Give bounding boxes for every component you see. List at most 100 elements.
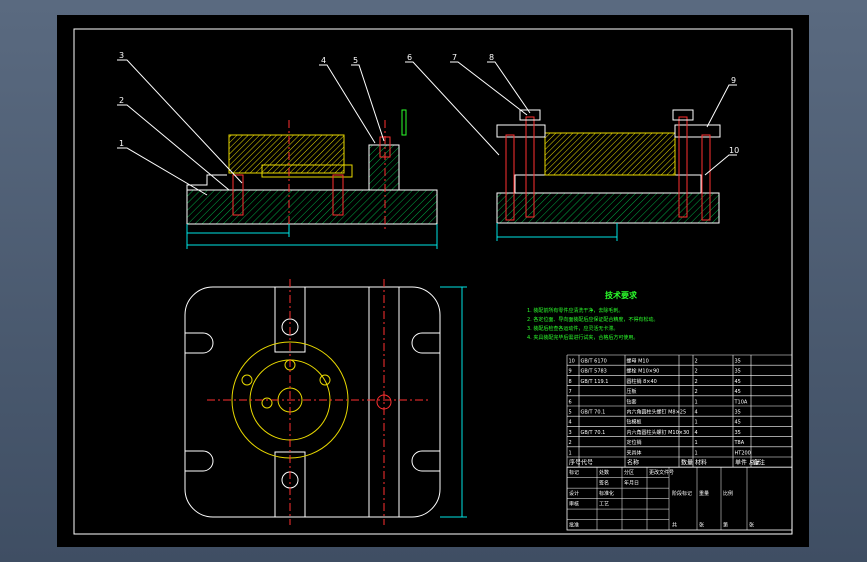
title-block-label: 年月日 <box>624 480 639 487</box>
bom-cell: 2 <box>569 440 572 446</box>
drill-plate <box>228 134 345 174</box>
bom-cell: 钻模板 <box>627 419 642 426</box>
bom-header-cell: 名称 <box>627 459 639 467</box>
bom-cell: 1 <box>569 450 572 456</box>
title-block-label: 审核 <box>569 501 579 508</box>
bom-cell: 45 <box>735 420 741 426</box>
title-block-label: 批准 <box>569 522 579 529</box>
title-block-label: 更改文件号 <box>649 469 674 476</box>
notes-line-4: 4. 夹具装配完毕后需进行试夹，合格后方可使用。 <box>527 334 638 341</box>
side-clamp-right <box>674 124 721 138</box>
bom-cell: 35 <box>735 410 741 416</box>
bom-cell: 4 <box>695 430 698 436</box>
support-column <box>368 144 400 191</box>
base-plate <box>186 189 438 225</box>
bom-cell: 1 <box>695 399 698 405</box>
bom-cell: 9 <box>569 369 572 375</box>
bom-cell: 7 <box>569 389 572 395</box>
bom-cell: 35 <box>735 369 741 375</box>
plan-slot-left-bottom <box>185 450 214 472</box>
bom-cell: 4 <box>695 410 698 416</box>
title-block-label: 标准化 <box>599 490 614 497</box>
bom-cell: 2 <box>695 359 698 365</box>
title-block-label: 分区 <box>624 469 634 476</box>
bom-cell: 2 <box>695 379 698 385</box>
callout-7: 7 <box>452 53 457 62</box>
bom-cell: 35 <box>735 359 741 365</box>
bom-cell: 2 <box>695 389 698 395</box>
callout-2: 2 <box>119 96 124 105</box>
bom-cell: 1 <box>695 440 698 446</box>
callout-5: 5 <box>353 56 358 65</box>
side-drill-plate <box>544 132 676 176</box>
callout-10: 10 <box>729 146 739 155</box>
title-block-label: 比例 <box>723 490 733 497</box>
title-block-label: 第 <box>723 522 728 529</box>
side-base <box>496 192 720 224</box>
bom-cell: 45 <box>735 389 741 395</box>
title-block-label: 签名 <box>599 480 609 487</box>
bom-cell: 4 <box>569 420 572 426</box>
bom-cell: GB/T 6170 <box>581 359 607 365</box>
bom-cell: 1 <box>695 420 698 426</box>
bom-cell: 螺栓 M10×90 <box>627 368 660 375</box>
callout-8: 8 <box>489 53 494 62</box>
side-nut-right <box>672 109 694 121</box>
bom-cell: 内六角圆柱头螺钉 M10×30 <box>627 429 690 436</box>
bom-cell: GB/T 70.1 <box>581 410 606 416</box>
title-block-label: 张 <box>749 522 754 529</box>
bom-header-cell: 材料 <box>695 459 707 467</box>
title-block-label: 设计 <box>569 490 579 497</box>
cad-drawing: 1 2 3 4 5 6 7 8 9 10 技术要求 1. 装配前所有零件应清洗干… <box>73 28 793 535</box>
bom-cell: 夹具体 <box>627 449 642 456</box>
callout-3: 3 <box>119 51 124 60</box>
bom-cell: T10A <box>734 399 748 405</box>
plan-slot-right-bottom <box>411 450 440 472</box>
sheet-border <box>73 28 793 535</box>
plan-slot-right-top <box>411 332 440 354</box>
notes-line-2: 2. 各定位面、导向面装配后应保证配合精度，不得有松动。 <box>527 316 658 323</box>
callout-1: 1 <box>119 139 124 148</box>
title-block-label: 标记 <box>569 469 579 476</box>
plan-outline <box>184 286 441 518</box>
side-clamp-left <box>496 124 546 138</box>
side-view <box>496 109 721 241</box>
bom-cell: 内六角圆柱头螺钉 M8×25 <box>627 409 687 416</box>
technical-notes: 技术要求 1. 装配前所有零件应清洗干净，去除毛刺。 2. 各定位面、导向面装配… <box>527 290 658 341</box>
notes-title: 技术要求 <box>605 290 638 300</box>
bom-cell: 螺母 M10 <box>627 358 649 365</box>
front-view <box>186 109 438 249</box>
bom-cell: 定位销 <box>627 439 642 446</box>
bom-cell: 8 <box>569 379 572 385</box>
title-block-label: 阶段标记 <box>672 490 692 497</box>
base-step <box>186 174 227 190</box>
bom-cell: 6 <box>569 399 572 405</box>
bom-cell: 3 <box>569 430 572 436</box>
callout-9: 9 <box>731 76 736 85</box>
bom-cell: GB/T 5783 <box>581 369 607 375</box>
bom-cell: GB/T 70.1 <box>581 430 606 436</box>
bom-cell: 10 <box>569 359 575 365</box>
callout-4: 4 <box>321 56 326 65</box>
side-body <box>514 174 702 194</box>
bom-header-cell: 备注 <box>753 459 765 467</box>
title-block-label: 重量 <box>699 490 709 497</box>
plan-hole-1 <box>241 374 253 386</box>
bom-cell: 1 <box>695 450 698 456</box>
drawing-sheet: 1 2 3 4 5 6 7 8 9 10 技术要求 1. 装配前所有零件应清洗干… <box>57 15 809 547</box>
bom-cell: 45 <box>735 379 741 385</box>
title-block-label: 共 <box>672 522 677 529</box>
bom-header-cell: 代号 <box>581 459 593 467</box>
bom-cell: T8A <box>734 440 745 446</box>
callout-6: 6 <box>407 53 412 62</box>
title-block-label: 张 <box>699 522 704 529</box>
bom-cell: 35 <box>735 430 741 436</box>
bom-table: 10 GB/T 6170 螺母 M10 2 359 GB/T 5783 螺栓 M10×90 2… <box>566 354 793 531</box>
notes-line-3: 3. 装配后检查各运动件，应灵活无卡滞。 <box>527 325 618 332</box>
bom-cell: 圆柱销 8×40 <box>627 378 657 385</box>
bom-cell: 5 <box>569 410 572 416</box>
notes-line-1: 1. 装配前所有零件应清洗干净，去除毛刺。 <box>527 307 623 314</box>
title-block-label: 处数 <box>599 469 609 476</box>
green-flag <box>401 109 407 136</box>
plan-slot-left-top <box>185 332 214 354</box>
